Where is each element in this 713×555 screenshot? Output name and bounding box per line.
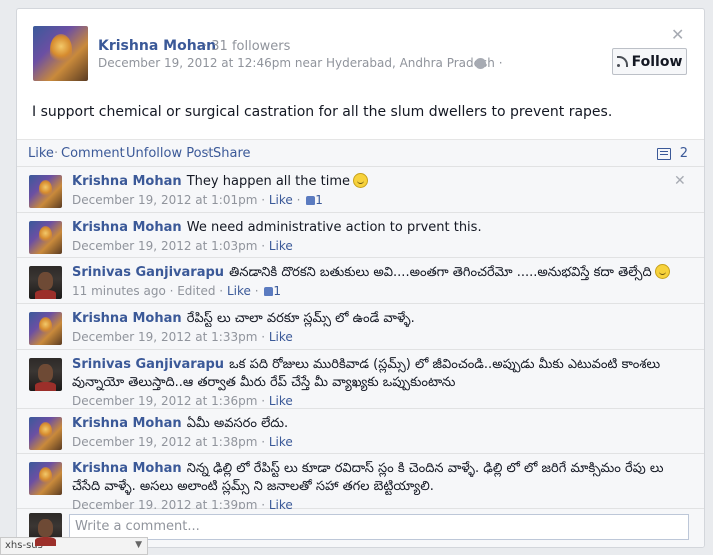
comment-author[interactable]: Srinivas Ganjivarapu: [72, 265, 224, 280]
comment-date[interactable]: December 19, 2012 at 1:33pm: [72, 330, 257, 344]
comment-like-link[interactable]: Like: [269, 394, 293, 408]
share-link[interactable]: Share: [213, 146, 251, 161]
avatar[interactable]: [29, 358, 62, 391]
comment-author[interactable]: Krishna Mohan: [72, 174, 182, 189]
globe-icon[interactable]: [475, 58, 486, 69]
comment: Srinivas Ganjivarapu తినడానికి దొరకని బత…: [17, 258, 704, 304]
avatar[interactable]: [29, 417, 62, 450]
comment-link[interactable]: Comment: [61, 146, 125, 161]
post-actions-bar: Like · Comment · Unfollow Post · Share 2: [17, 139, 704, 167]
smiley-icon: [352, 173, 368, 188]
avatar[interactable]: [29, 266, 62, 299]
follow-button[interactable]: Follow: [612, 48, 687, 75]
comment-count[interactable]: 2: [680, 146, 688, 161]
comment-like-link[interactable]: Like: [269, 435, 293, 449]
unfollow-post-link[interactable]: Unfollow Post: [126, 146, 213, 161]
like-link[interactable]: Like: [28, 146, 54, 161]
comment-date[interactable]: December 19, 2012 at 1:38pm: [72, 435, 257, 449]
comment: Krishna Mohan They happen all the time D…: [17, 167, 704, 213]
bottom-tab[interactable]: xhs-sus ▼: [0, 537, 148, 555]
comment-date[interactable]: December 19, 2012 at 1:36pm: [72, 394, 257, 408]
like-count[interactable]: 1: [273, 284, 281, 298]
close-icon[interactable]: ✕: [671, 25, 684, 44]
comment: Krishna Mohan ఏమీ అవసరం లేదు. December 1…: [17, 409, 704, 454]
comment: Srinivas Ganjivarapu ఒక పది రోజులు మురిక…: [17, 350, 704, 409]
post-author-name[interactable]: Krishna Mohan: [98, 38, 216, 54]
comment-icon[interactable]: [657, 148, 671, 160]
author-avatar[interactable]: [33, 26, 88, 81]
separator: ·: [119, 146, 124, 161]
comment-text: ఏమీ అవసరం లేదు.: [186, 416, 289, 431]
avatar[interactable]: [29, 462, 62, 495]
separator: ·: [206, 146, 211, 161]
comment: Krishna Mohan నిన్న ఢిల్లి లో రేపిస్ట్ ల…: [17, 454, 704, 512]
comment-author[interactable]: Krishna Mohan: [72, 311, 182, 326]
avatar[interactable]: [29, 221, 62, 254]
comment: Krishna Mohan We need administrative act…: [17, 213, 704, 258]
close-icon[interactable]: ✕: [674, 173, 686, 189]
chevron-down-icon[interactable]: ▼: [135, 540, 142, 550]
comment-input[interactable]: Write a comment...: [69, 514, 689, 540]
thumbs-up-icon: [306, 196, 316, 205]
post-text: I support chemical or surgical castratio…: [32, 104, 613, 120]
comment-date[interactable]: December 19, 2012 at 1:03pm: [72, 239, 257, 253]
comment-date[interactable]: December 19, 2012 at 1:01pm: [72, 193, 257, 207]
smiley-icon: [654, 264, 670, 279]
comment-text: They happen all the time: [186, 174, 350, 189]
comment-author[interactable]: Krishna Mohan: [72, 220, 182, 235]
avatar[interactable]: [29, 312, 62, 345]
follow-label: Follow: [631, 53, 683, 70]
comment-date[interactable]: 11 minutes ago · Edited ·: [72, 284, 223, 298]
comment-author[interactable]: Krishna Mohan: [72, 416, 182, 431]
avatar[interactable]: [29, 175, 62, 208]
comment-text: రేపిస్ట్ లు చాలా వరకూ స్లమ్స్ లో ఉండే వా…: [186, 311, 415, 326]
separator: ·: [54, 146, 59, 161]
comment-like-link[interactable]: Like: [227, 284, 251, 298]
comment-like-link[interactable]: Like: [269, 330, 293, 344]
like-count[interactable]: 1: [315, 193, 323, 207]
post-card: Krishna Mohan · 31 followers December 19…: [16, 8, 705, 548]
comment-like-link[interactable]: Like: [269, 239, 293, 253]
comment-author[interactable]: Srinivas Ganjivarapu: [72, 357, 224, 372]
thumbs-up-icon: [264, 287, 274, 296]
comment: Krishna Mohan రేపిస్ట్ లు చాలా వరకూ స్లమ…: [17, 304, 704, 350]
rss-icon: [616, 55, 628, 67]
comment-author[interactable]: Krishna Mohan: [72, 461, 182, 476]
post-date-location[interactable]: December 19, 2012 at 12:46pm near Hydera…: [98, 56, 503, 70]
comment-like-link[interactable]: Like: [269, 193, 293, 207]
followers-count[interactable]: · 31 followers: [203, 39, 290, 54]
comment-text: తినడానికి దొరకని బతుకులు అవి....అంతగా తె…: [229, 265, 652, 280]
comment-text: We need administrative action to prvent …: [186, 220, 482, 235]
